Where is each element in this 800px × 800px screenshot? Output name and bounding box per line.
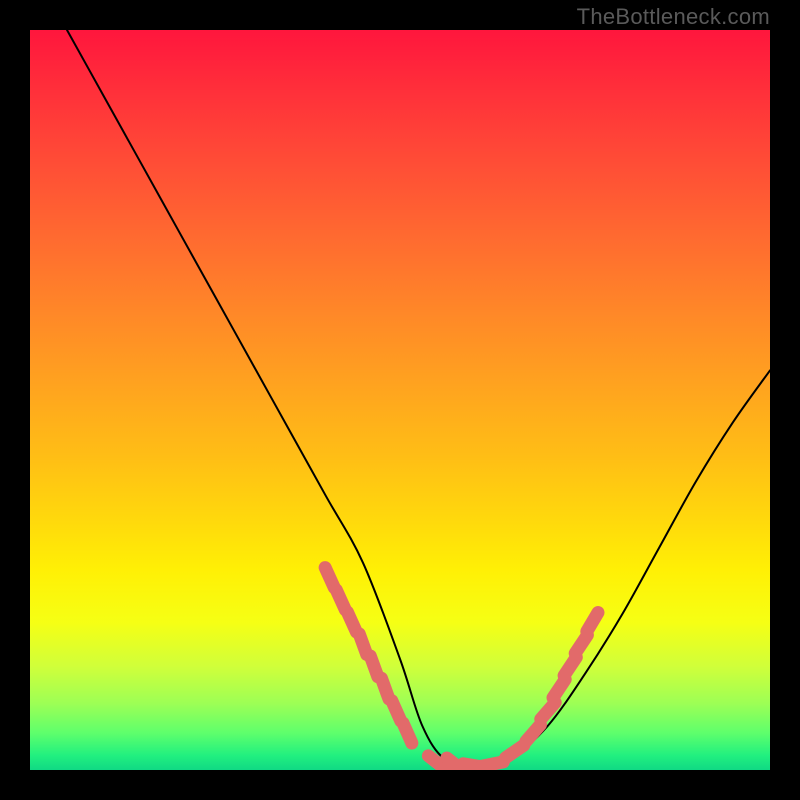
data-marker <box>541 703 555 720</box>
curve-layer <box>67 30 770 767</box>
plot-area <box>30 30 770 770</box>
watermark-text: TheBottleneck.com <box>577 4 770 30</box>
data-marker <box>506 745 524 757</box>
data-marker <box>403 723 412 743</box>
marker-layer <box>325 568 598 770</box>
data-marker <box>587 613 598 632</box>
chart-stage: TheBottleneck.com <box>0 0 800 800</box>
bottleneck-curve <box>67 30 770 767</box>
data-marker <box>482 762 504 766</box>
data-marker <box>564 657 576 675</box>
data-marker <box>359 634 367 655</box>
plot-svg <box>30 30 770 770</box>
data-marker <box>526 725 540 742</box>
data-marker <box>553 679 565 697</box>
data-marker <box>370 656 378 677</box>
